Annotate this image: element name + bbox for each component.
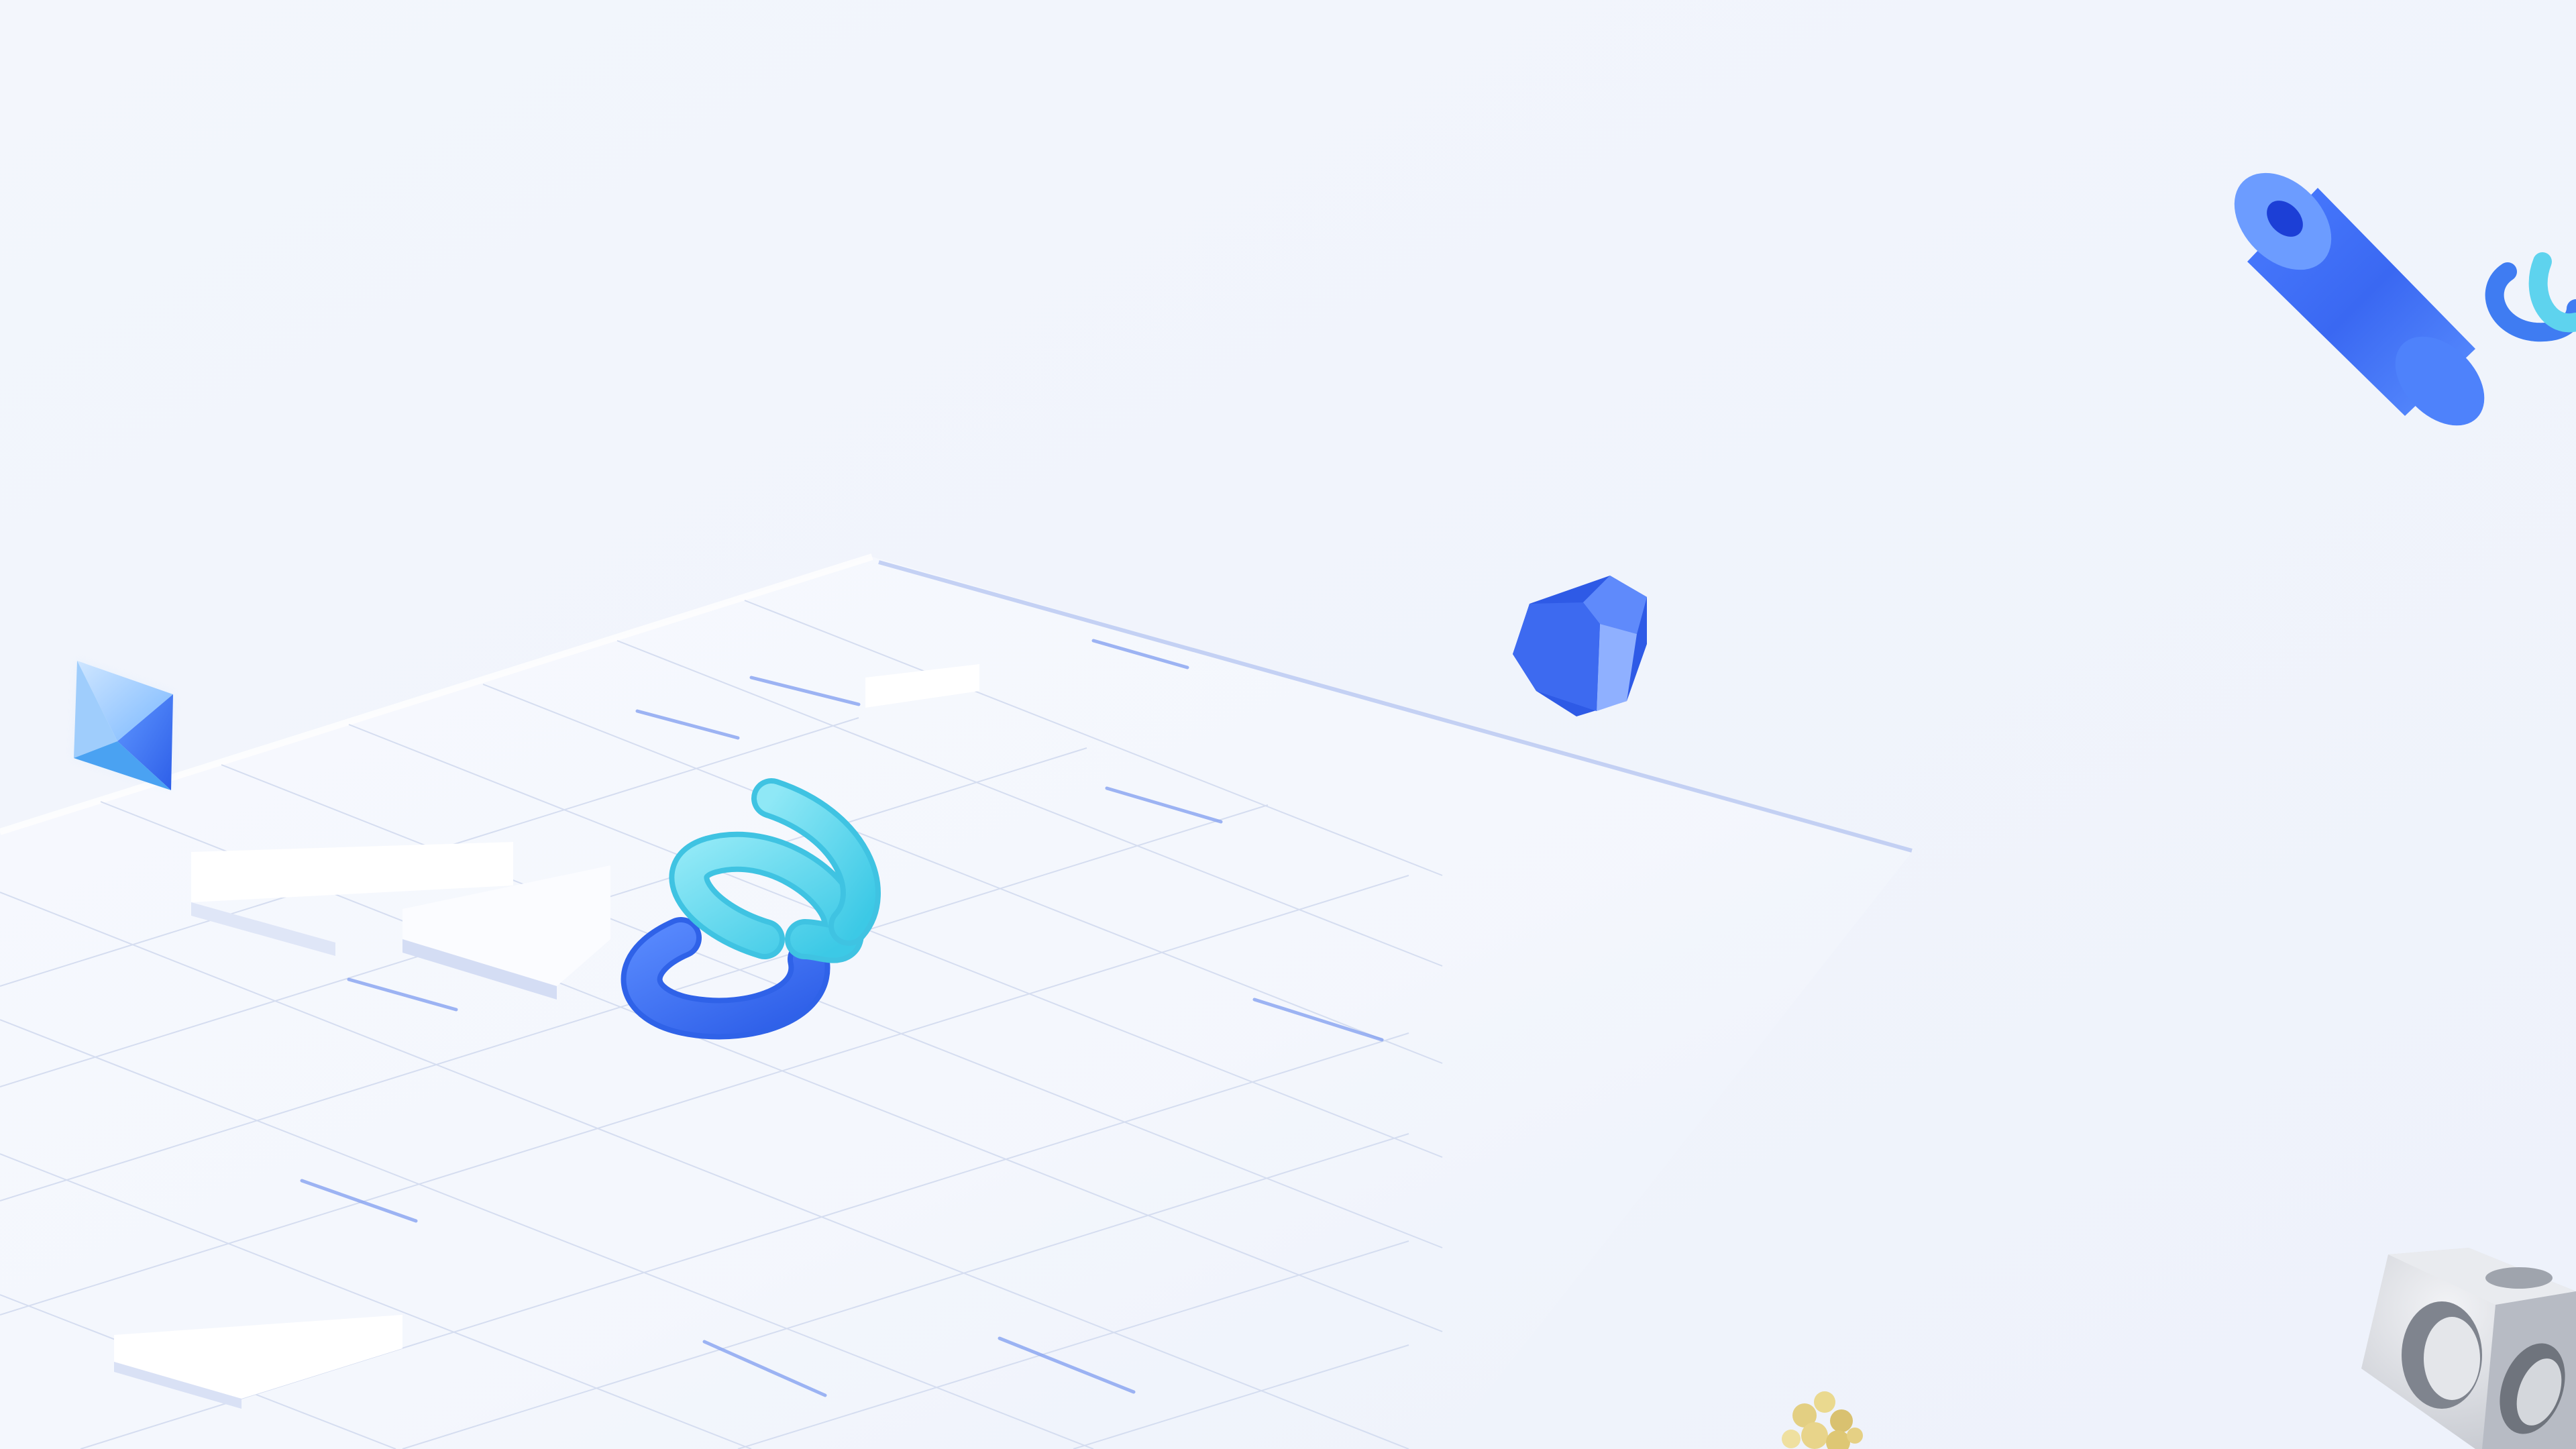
wallpaper-scene — [0, 0, 2576, 1449]
wallpaper-art — [0, 0, 2576, 1449]
